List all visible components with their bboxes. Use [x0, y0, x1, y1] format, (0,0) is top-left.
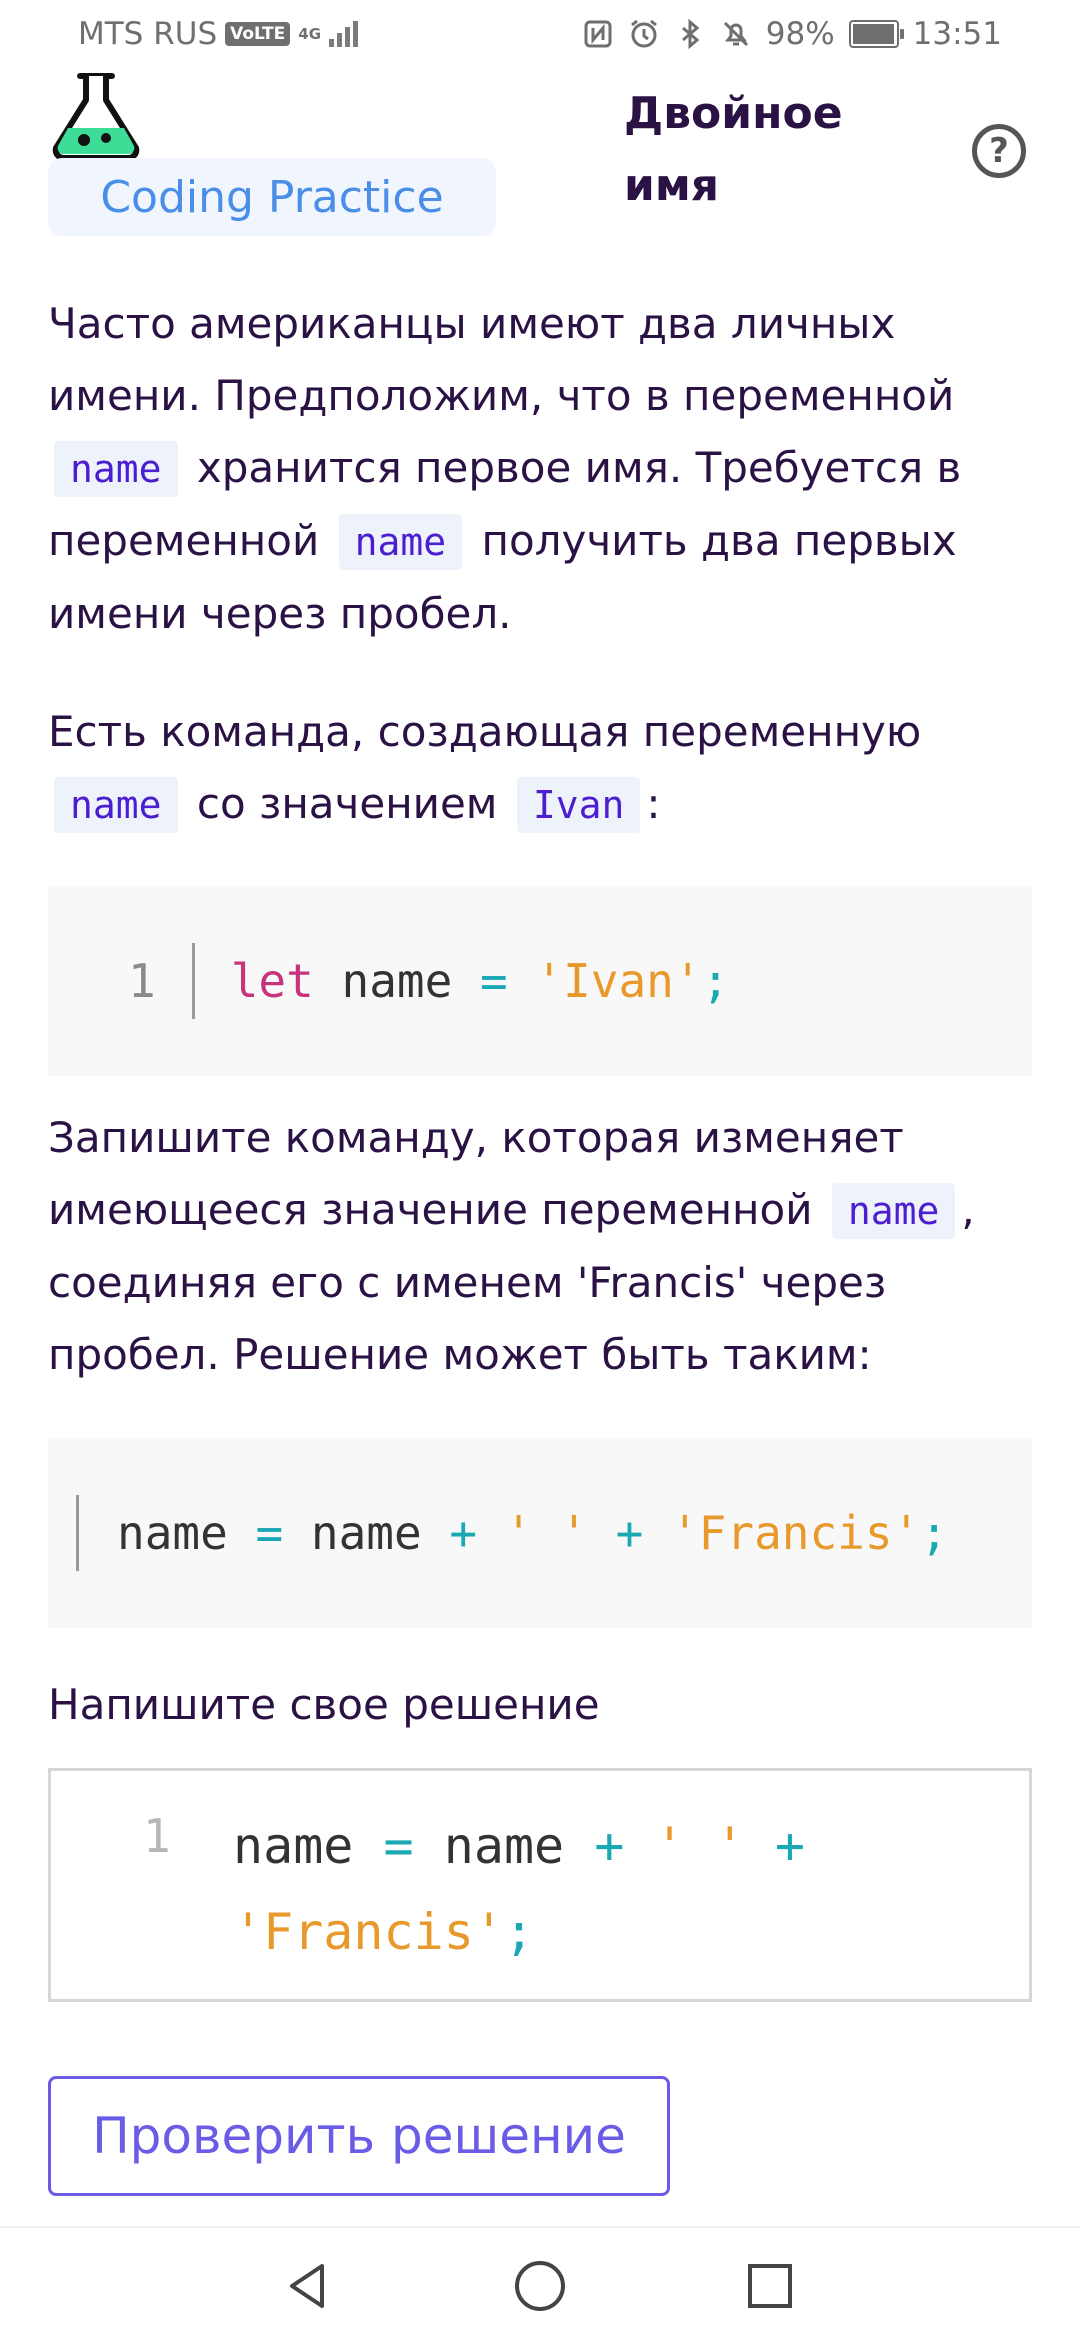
back-icon[interactable]	[280, 2258, 336, 2314]
code-example-1: 1 let name = 'Ivan';	[48, 886, 1032, 1076]
battery-percent: 98%	[765, 16, 835, 52]
inline-code-name: name	[831, 1183, 956, 1239]
recents-icon[interactable]	[742, 2258, 798, 2314]
solution-label: Напишите свое решение	[48, 1680, 600, 1729]
status-bar: MTS RUS VoLTE 4G 98% 13:51	[0, 0, 1080, 72]
page-title: Двойное имя	[624, 88, 843, 211]
mute-icon	[723, 21, 748, 47]
help-button[interactable]: ?	[972, 124, 1026, 178]
flask-logo-icon	[52, 73, 140, 160]
nfc-icon	[584, 20, 612, 48]
code-example-2: name = name + ' ' + 'Francis';	[48, 1438, 1032, 1628]
inline-code-name: name	[54, 441, 178, 497]
alarm-icon	[630, 19, 657, 48]
solution-editor[interactable]: 1 name = name + ' ' + 'Francis';	[48, 1768, 1032, 2002]
network-type: 4G	[298, 24, 322, 43]
line-number: 1	[128, 954, 156, 1008]
inline-code-ivan: Ivan	[516, 777, 641, 833]
coding-practice-badge: Coding Practice	[48, 158, 496, 236]
battery-icon	[848, 20, 904, 48]
home-icon[interactable]	[512, 2258, 568, 2314]
solution-code[interactable]: name = name + ' ' + 'Francis';	[233, 1803, 993, 1975]
inline-code-name: name	[338, 514, 463, 570]
badge-label: Coding Practice	[100, 171, 444, 223]
bluetooth-icon	[681, 18, 700, 50]
signal-icon	[329, 21, 359, 47]
help-icon: ?	[989, 131, 1009, 171]
clock: 13:51	[912, 16, 1002, 52]
system-nav-bar	[0, 2226, 1080, 2342]
task-paragraph-2: Есть команда, создающая переменную name …	[48, 696, 1038, 841]
check-solution-button[interactable]: Проверить решение	[48, 2076, 670, 2196]
task-paragraph-1: Часто американцы имеют два личных имени.…	[48, 299, 962, 638]
task-paragraph-3: Запишите команду, которая изменяет имеющ…	[48, 1113, 975, 1379]
volte-icon: VoLTE	[225, 22, 291, 46]
line-number: 1	[143, 1809, 171, 1863]
inline-code-name: name	[54, 777, 178, 833]
carrier-name: MTS RUS	[78, 16, 218, 52]
